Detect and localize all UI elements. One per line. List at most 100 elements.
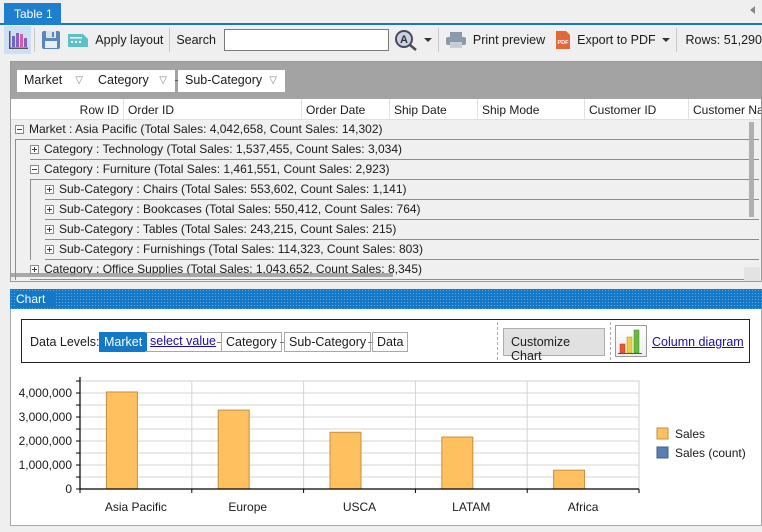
- filter-icon[interactable]: ▽: [75, 75, 83, 86]
- group-row-label: Sub-Category : Chairs (Total Sales: 553,…: [59, 182, 407, 196]
- group-row[interactable]: Category : Office Supplies (Total Sales:…: [30, 260, 759, 280]
- toolbar-separator: [34, 28, 36, 52]
- column-header-row-id[interactable]: Row ID: [11, 99, 124, 120]
- filter-icon[interactable]: ▽: [159, 75, 167, 86]
- level-sub-category[interactable]: Sub-Category: [284, 332, 372, 352]
- y-tick-label: 4,000,000: [19, 386, 73, 400]
- legend-swatch: [656, 427, 669, 440]
- indent-line: [30, 180, 31, 260]
- bar-asia-pacific[interactable]: [105, 391, 138, 490]
- group-row[interactable]: Category : Furniture (Total Sales: 1,461…: [30, 160, 759, 180]
- filter-icon[interactable]: ▽: [269, 75, 277, 86]
- x-tick-label: USCA: [343, 500, 376, 514]
- legend-swatch: [656, 446, 669, 459]
- column-diagram-icon[interactable]: [615, 325, 647, 357]
- data-grid: Market ▽ Category ▽ Sub-Category ▽ Row I…: [10, 61, 762, 282]
- group-chip-label: Sub-Category: [185, 73, 263, 87]
- column-header-customer-id[interactable]: Customer ID: [585, 99, 689, 120]
- search-options-button[interactable]: A: [391, 26, 435, 54]
- bar-europe[interactable]: [217, 409, 250, 490]
- y-tick-label: 0: [65, 482, 72, 496]
- column-header-order-id[interactable]: Order ID: [124, 99, 302, 120]
- collapse-icon[interactable]: [30, 165, 39, 174]
- bar-chart-icon: [8, 31, 28, 49]
- group-row[interactable]: Market : Asia Pacific (Total Sales: 4,04…: [15, 120, 759, 140]
- scrollbar-corner: [744, 267, 760, 281]
- apply-layout-button[interactable]: Apply layout: [64, 26, 166, 54]
- expand-icon[interactable]: [45, 205, 54, 214]
- toolbar-separator: [169, 28, 171, 52]
- level-category[interactable]: Category: [221, 332, 282, 352]
- svg-text:PDF: PDF: [558, 40, 570, 46]
- chart-panel: Data Levels: Market select value Categor…: [10, 309, 762, 526]
- tab-table-1[interactable]: Table 1: [4, 3, 61, 25]
- toolbar-separator: [675, 28, 677, 52]
- chart-legend: Sales Sales (count): [656, 427, 746, 460]
- level-data[interactable]: Data: [372, 332, 409, 352]
- bar-africa[interactable]: [553, 469, 586, 490]
- x-tick-label: Europe: [228, 500, 267, 514]
- sales-column-chart: 0 1,000,000 2,000,000 3,000,000 4,000,000 Asi…: [19, 377, 746, 514]
- export-pdf-label: Export to PDF: [577, 33, 656, 47]
- group-chip-sub-category[interactable]: Sub-Category ▽: [178, 70, 285, 92]
- group-chip-category[interactable]: Category ▽: [91, 70, 175, 92]
- floppy-disk-icon: [42, 31, 61, 49]
- chart-panel-title: Chart: [16, 292, 56, 306]
- group-row[interactable]: Sub-Category : Chairs (Total Sales: 553,…: [45, 180, 759, 200]
- group-row-label: Sub-Category : Tables (Total Sales: 243,…: [59, 222, 397, 236]
- tab-scroll-left-icon[interactable]: [750, 6, 755, 14]
- column-header-customer-name[interactable]: Customer Na: [689, 99, 761, 120]
- bar-usca[interactable]: [329, 431, 362, 490]
- horizontal-scrollbar[interactable]: [11, 273, 393, 277]
- group-row-label: Category : Technology (Total Sales: 1,53…: [44, 142, 403, 156]
- x-tick-label: Africa: [568, 500, 599, 514]
- column-header-ship-date[interactable]: Ship Date: [390, 99, 478, 120]
- search-label: Search: [176, 33, 216, 47]
- x-tick-label: Asia Pacific: [105, 500, 167, 514]
- group-row[interactable]: Sub-Category : Bookcases (Total Sales: 5…: [45, 200, 759, 220]
- group-chip-label: Market: [24, 73, 63, 87]
- search-magnifier-icon: A: [394, 30, 417, 51]
- separator: [497, 322, 498, 360]
- collapse-icon[interactable]: [15, 125, 24, 134]
- select-value-link[interactable]: select value: [150, 334, 216, 348]
- printer-icon: [445, 32, 466, 48]
- chart-toggle-button[interactable]: [4, 26, 32, 54]
- column-diagram-link[interactable]: Column diagram: [652, 335, 744, 349]
- customize-chart-button[interactable]: Customize Chart: [503, 328, 605, 363]
- svg-text:A: A: [400, 34, 408, 46]
- save-button[interactable]: [38, 26, 64, 54]
- group-row[interactable]: Category : Technology (Total Sales: 1,53…: [30, 140, 759, 160]
- toolbar: Apply layout Search A Print preview PDF …: [4, 25, 762, 55]
- group-chip-market[interactable]: Market ▽: [17, 70, 91, 92]
- apply-layout-label: Apply layout: [95, 33, 164, 47]
- group-row[interactable]: Sub-Category : Tables (Total Sales: 243,…: [45, 220, 759, 240]
- y-tick-label: 1,000,000: [19, 458, 73, 472]
- bar-latam[interactable]: [441, 436, 474, 490]
- expand-icon[interactable]: [45, 245, 54, 254]
- export-pdf-button[interactable]: PDF Export to PDF: [552, 26, 673, 54]
- print-preview-button[interactable]: Print preview: [442, 26, 548, 54]
- data-levels-bar: Data Levels: Market select value Categor…: [21, 319, 750, 363]
- expand-icon[interactable]: [45, 185, 54, 194]
- column-header-order-date[interactable]: Order Date: [302, 99, 390, 120]
- tab-bar: Table 1: [0, 0, 762, 25]
- tab-label: Table 1: [14, 7, 53, 21]
- rows-count: Rows: 51,290: [685, 33, 762, 47]
- group-row-label: Market : Asia Pacific (Total Sales: 4,04…: [29, 122, 383, 136]
- y-tick-label: 3,000,000: [19, 410, 73, 424]
- chevron-down-icon[interactable]: [661, 38, 670, 42]
- group-row[interactable]: Sub-Category : Furnishings (Total Sales:…: [45, 240, 759, 260]
- vertical-scrollbar[interactable]: [749, 122, 754, 217]
- level-market[interactable]: Market: [99, 332, 148, 352]
- expand-icon[interactable]: [30, 145, 39, 154]
- chart-panel-header[interactable]: Chart: [10, 289, 762, 309]
- column-header-ship-mode[interactable]: Ship Mode: [478, 99, 585, 120]
- separator: [610, 322, 611, 360]
- group-row-label: Sub-Category : Furnishings (Total Sales:…: [59, 242, 423, 256]
- indent-line: [15, 140, 16, 280]
- expand-icon[interactable]: [45, 225, 54, 234]
- legend-label: Sales (count): [675, 446, 746, 460]
- group-row-label: Category : Furniture (Total Sales: 1,461…: [44, 162, 390, 176]
- search-input[interactable]: [223, 29, 389, 51]
